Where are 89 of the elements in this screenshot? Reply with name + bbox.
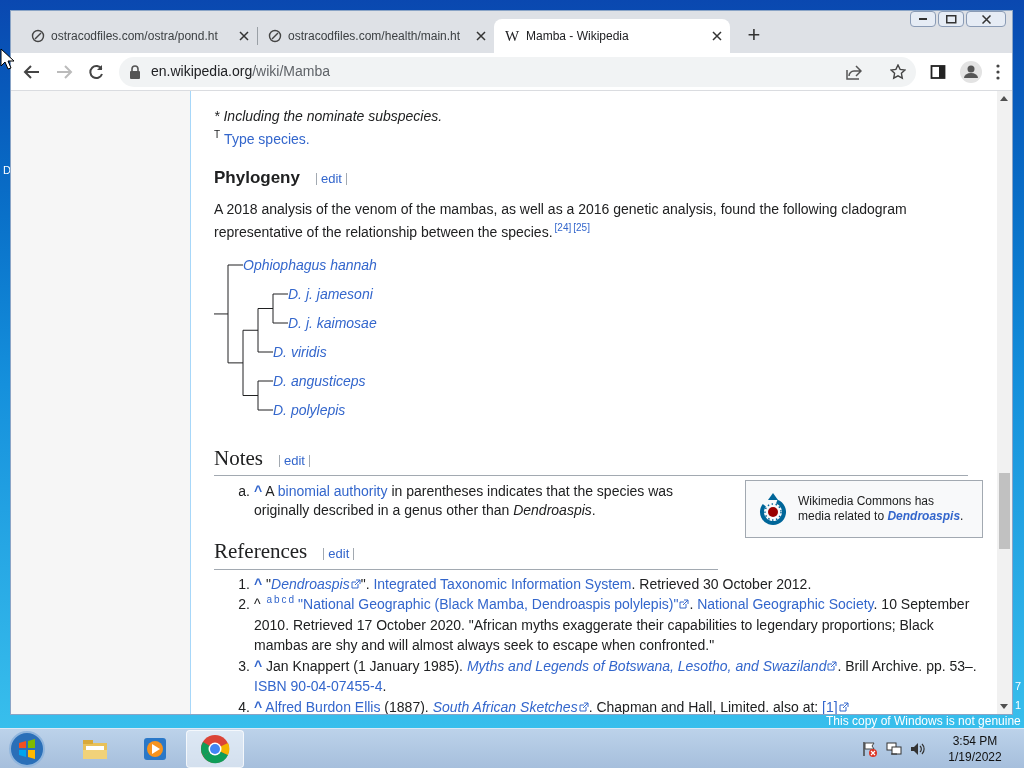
- side-panel-icon[interactable]: [930, 63, 946, 80]
- minimize-button[interactable]: [910, 11, 936, 27]
- external-link-icon: [838, 701, 849, 712]
- section-heading: Phylogeny: [214, 167, 300, 189]
- note-text: ^ A binomial authority in parentheses indicates that the species was originally described in a genus other than Dendroaspis.: [254, 482, 675, 520]
- browser-tab[interactable]: W Mamba - Wikipedia: [494, 19, 730, 53]
- menu-icon[interactable]: [996, 63, 1000, 80]
- backlink[interactable]: ^: [254, 575, 263, 592]
- maximize-button[interactable]: [938, 11, 964, 27]
- edit-link[interactable]: edit: [323, 548, 355, 560]
- scroll-down-icon[interactable]: [1000, 704, 1008, 710]
- network-icon[interactable]: [886, 740, 902, 757]
- browser-tab[interactable]: ostracodfiles.com/ostra/pond.ht: [21, 19, 257, 53]
- start-button[interactable]: [8, 729, 46, 768]
- scrollbar[interactable]: [997, 91, 1012, 714]
- commons-logo: [758, 492, 788, 526]
- link[interactable]: Type species.: [224, 131, 310, 147]
- external-link-icon: [350, 578, 361, 589]
- desktop-text: D: [3, 163, 11, 178]
- list-marker: 4.: [237, 697, 251, 714]
- list-marker: 1.: [237, 574, 251, 594]
- citation-link[interactable]: [24]: [554, 221, 572, 233]
- close-icon: [981, 14, 991, 24]
- star-icon[interactable]: [890, 63, 906, 80]
- link[interactable]: National Geographic Society: [697, 596, 874, 612]
- wikipedia-logo: W: [504, 26, 520, 46]
- action-center-icon[interactable]: [862, 740, 878, 757]
- species-link[interactable]: Ophiophagus hannah: [243, 255, 377, 274]
- external-link[interactable]: Dendroaspis: [271, 573, 361, 594]
- list-marker: 3.: [237, 656, 251, 676]
- reference-text: ^ Jan Knappert (1 January 1985). Myths and Legends of Botswana, Lesotho, and Swaziland . Brill Archive. pp. 53–. ISBN 90-04-07455-4.: [254, 655, 978, 696]
- edit-link[interactable]: edit: [279, 454, 310, 467]
- section-heading: References: [214, 538, 308, 565]
- list-marker: 2.: [237, 595, 251, 614]
- back-icon[interactable]: [23, 62, 41, 81]
- close-icon[interactable]: [239, 31, 249, 41]
- scroll-up-icon[interactable]: [1000, 95, 1008, 101]
- desktop-text: 1: [1015, 698, 1022, 713]
- citation-link[interactable]: c: [281, 594, 287, 606]
- external-link[interactable]: "National Geographic (Black Mamba, Dendroaspis polylepis)": [298, 594, 690, 615]
- link[interactable]: binomial authority: [277, 483, 388, 499]
- external-link[interactable]: [1]: [822, 696, 849, 714]
- list-marker: a.: [237, 482, 251, 501]
- new-tab-button[interactable]: +: [742, 23, 766, 47]
- reference-text: ^ Alfred Burdon Ellis (1887). South African Sketches . Chapman and Hall, Limited. also at: [1]: [254, 696, 849, 714]
- share-icon[interactable]: [846, 63, 862, 80]
- clock[interactable]: 3:54 PM 1/19/2022: [940, 732, 1010, 765]
- citation-link[interactable]: [25]: [573, 221, 590, 233]
- species-link[interactable]: D. viridis: [273, 342, 327, 361]
- citation-link[interactable]: a: [266, 594, 273, 606]
- backlink[interactable]: ^: [254, 483, 263, 499]
- desktop-text: 7: [1015, 679, 1022, 694]
- minimize-icon: [919, 18, 927, 20]
- genuine-notice: This copy of Windows is not genuine: [826, 715, 1021, 728]
- profile-icon[interactable]: [960, 60, 982, 83]
- address-bar[interactable]: en.wikipedia.org/wiki/Mamba: [119, 56, 916, 87]
- page-icon: [31, 29, 45, 43]
- external-link[interactable]: Myths and Legends of Botswana, Lesotho, and Swaziland: [466, 655, 838, 676]
- commons-text: Wikimedia Commons has media related to Dendroaspis.: [798, 494, 965, 524]
- browser-tab[interactable]: ostracodfiles.com/health/main.ht: [258, 19, 494, 53]
- footnote-text: $^{T}$ Type species.: [214, 128, 311, 149]
- external-link-icon: [827, 660, 838, 671]
- citation-link[interactable]: b: [274, 594, 280, 606]
- reload-icon[interactable]: [87, 62, 105, 81]
- close-button[interactable]: [966, 11, 1006, 27]
- backlink[interactable]: ^: [254, 657, 263, 674]
- maximize-icon: [945, 14, 957, 24]
- scrollbar-thumb[interactable]: [999, 473, 1010, 549]
- species-link[interactable]: D. j. kaimosae: [288, 313, 377, 332]
- reference-text: ^ "Dendroaspis ". Integrated Taxonomic Information System. Retrieved 30 October 2012.: [254, 573, 812, 594]
- section-heading: Notes: [214, 444, 263, 472]
- citation-link[interactable]: d: [288, 594, 295, 606]
- link[interactable]: Alfred Burdon Ellis: [265, 698, 381, 714]
- backlink[interactable]: ^: [254, 698, 263, 714]
- edit-link[interactable]: edit: [315, 173, 347, 185]
- page-icon: [268, 29, 282, 43]
- species-link[interactable]: D. polylepis: [273, 400, 346, 419]
- species-link[interactable]: D. j. jamesoni: [288, 284, 373, 303]
- taskbar-button[interactable]: [186, 729, 244, 768]
- link[interactable]: Integrated Taxonomic Information System: [373, 575, 632, 592]
- external-link-icon: [578, 701, 589, 712]
- external-link-icon: [679, 599, 690, 610]
- chrome-icon: [200, 733, 230, 764]
- species-link[interactable]: D. angusticeps: [273, 371, 366, 390]
- close-icon[interactable]: [712, 31, 722, 41]
- close-icon[interactable]: [476, 31, 486, 41]
- external-link[interactable]: South African Sketches: [432, 696, 589, 714]
- footnote-text: * Including the nominate subspecies.: [214, 107, 444, 126]
- lock-icon[interactable]: [129, 64, 141, 79]
